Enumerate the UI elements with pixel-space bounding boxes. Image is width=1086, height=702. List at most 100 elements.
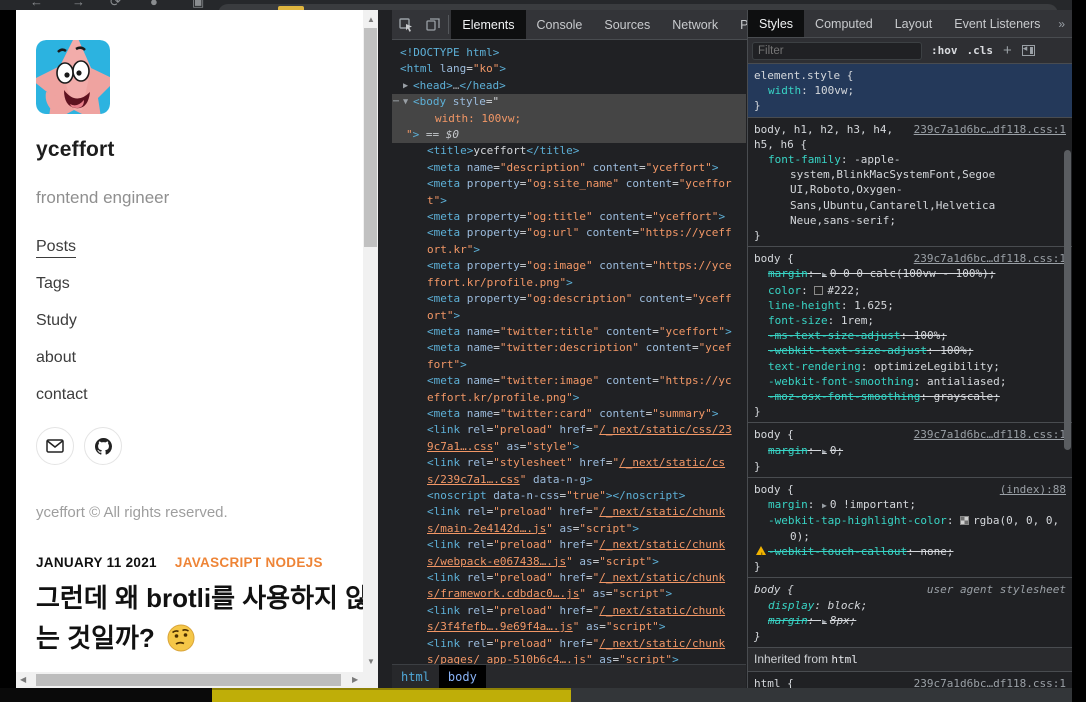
- code-line[interactable]: s/framework.cdbdac0….js" as="script">: [392, 586, 746, 602]
- stylesheet-source-link[interactable]: user agent stylesheet: [927, 582, 1066, 597]
- code-line[interactable]: fort">: [392, 357, 746, 373]
- code-line[interactable]: 9c7a1….css" as="style">: [392, 439, 746, 455]
- code-line[interactable]: effort.kr/profile.png">: [392, 390, 746, 406]
- color-swatch[interactable]: [960, 516, 969, 525]
- back-icon[interactable]: ←: [30, 0, 43, 9]
- stylesheet-source-link[interactable]: (index):88: [1000, 482, 1066, 497]
- line-actions-icon[interactable]: ⋯: [393, 94, 398, 110]
- code-line[interactable]: <meta property="og:description" content=…: [392, 291, 746, 307]
- new-style-rule-icon[interactable]: +: [1003, 46, 1012, 56]
- code-line[interactable]: <meta name="description" content="yceffo…: [392, 160, 746, 176]
- styles-tab-computed[interactable]: Computed: [804, 10, 884, 37]
- code-line[interactable]: ▶<head>…</head>: [392, 78, 746, 94]
- code-line[interactable]: <meta property="og:site_name" content="y…: [392, 176, 746, 192]
- class-toggle[interactable]: .cls: [967, 44, 994, 57]
- css-property[interactable]: -ms-text-size-adjust: 100%;: [754, 328, 1066, 343]
- code-line[interactable]: width: 100vw;: [392, 111, 746, 127]
- sidebar-nav-item-about[interactable]: about: [36, 349, 88, 367]
- devtools-tab-sources[interactable]: Sources: [593, 10, 661, 39]
- code-line[interactable]: s/3f4fefb….9e69f4a….js" as="script">: [392, 619, 746, 635]
- stylesheet-source-link[interactable]: 239c7a1d6bc…df118.css:1: [914, 676, 1066, 688]
- css-rule[interactable]: user agent stylesheetbody {display: bloc…: [748, 578, 1072, 648]
- breadcrumb-body[interactable]: body: [439, 665, 486, 688]
- code-line[interactable]: ort">: [392, 308, 746, 324]
- code-line[interactable]: <link rel="preload" href="/_next/static/…: [392, 537, 746, 553]
- code-line[interactable]: <link rel="preload" href="/_next/static/…: [392, 603, 746, 619]
- page-vertical-scrollbar[interactable]: ▲ ▼: [363, 10, 378, 672]
- css-rule[interactable]: 239c7a1d6bc…df118.css:1body, h1, h2, h3,…: [748, 118, 1072, 248]
- styles-scrollbar[interactable]: [1063, 120, 1072, 680]
- stylesheet-source-link[interactable]: 239c7a1d6bc…df118.css:1: [914, 122, 1066, 137]
- devtools-tab-elements[interactable]: Elements: [451, 10, 525, 39]
- profile-avatar-icon[interactable]: ●: [150, 0, 158, 9]
- code-line[interactable]: ⋯▼<body style=": [392, 94, 746, 110]
- code-line[interactable]: <meta name="twitter:card" content="summa…: [392, 406, 746, 422]
- code-line[interactable]: <link rel="preload" href="/_next/static/…: [392, 422, 746, 438]
- css-property[interactable]: margin: ▶0 !important;: [754, 497, 1066, 513]
- css-property[interactable]: margin: ▶0;: [754, 443, 1066, 459]
- reload-icon[interactable]: ⟳: [110, 0, 121, 10]
- css-property[interactable]: font-family: -apple-system,BlinkMacSyste…: [754, 152, 1066, 228]
- css-property[interactable]: text-rendering: optimizeLegibility;: [754, 359, 1066, 374]
- devtools-tab-console[interactable]: Console: [526, 10, 594, 39]
- page-horizontal-scrollbar-thumb[interactable]: [36, 674, 341, 686]
- forward-icon[interactable]: →: [72, 0, 85, 9]
- css-property[interactable]: margin: ▶0 0 0 calc(100vw - 100%);: [754, 266, 1066, 282]
- css-property[interactable]: -moz-osx-font-smoothing: grayscale;: [754, 389, 1066, 404]
- breadcrumb-html[interactable]: html: [392, 665, 439, 688]
- inherited-from-element[interactable]: html: [831, 653, 858, 666]
- mail-link[interactable]: [36, 427, 74, 465]
- code-line[interactable]: "> == $0: [392, 127, 746, 143]
- styles-more-tabs-icon[interactable]: »: [1051, 10, 1072, 37]
- page-vertical-scrollbar-thumb[interactable]: [364, 28, 377, 247]
- expand-shorthand-icon[interactable]: ▶: [822, 617, 827, 626]
- code-line[interactable]: ffort.kr/profile.png">: [392, 275, 746, 291]
- code-line[interactable]: s/pages/_app-510b6c4….js" as="script">: [392, 652, 746, 664]
- scroll-left-icon[interactable]: ◀: [20, 676, 26, 684]
- css-rule[interactable]: 239c7a1d6bc…df118.css:1body {margin: ▶0 …: [748, 247, 1072, 423]
- avatar[interactable]: [36, 40, 110, 114]
- devtools-tab-network[interactable]: Network: [661, 10, 729, 39]
- code-line[interactable]: <!DOCTYPE html>: [392, 45, 746, 61]
- styles-tab-styles[interactable]: Styles: [748, 10, 804, 37]
- css-property[interactable]: font-size: 1rem;: [754, 313, 1066, 328]
- code-line[interactable]: ort.kr">: [392, 242, 746, 258]
- css-property[interactable]: width: 100vw;: [754, 83, 1066, 98]
- css-property[interactable]: line-height: 1.625;: [754, 298, 1066, 313]
- post-title-link[interactable]: 그런데 왜 brotli를 사용하지 않는 것일까?: [36, 578, 378, 658]
- styles-filter-input[interactable]: [752, 42, 922, 60]
- css-rule[interactable]: 239c7a1d6bc…df118.css:1body {margin: ▶0;…: [748, 423, 1072, 478]
- code-line[interactable]: <meta property="og:image" content="https…: [392, 258, 746, 274]
- css-property[interactable]: margin: ▶8px;: [754, 613, 1066, 629]
- sidebar-nav-item-contact[interactable]: contact: [36, 386, 88, 404]
- css-rule[interactable]: element.style {width: 100vw;}: [748, 64, 1072, 118]
- stylesheet-source-link[interactable]: 239c7a1d6bc…df118.css:1: [914, 251, 1066, 266]
- expand-shorthand-icon[interactable]: ▶: [822, 447, 827, 456]
- device-toolbar-icon[interactable]: [419, 10, 446, 39]
- css-property[interactable]: -webkit-text-size-adjust: 100%;: [754, 343, 1066, 358]
- code-line[interactable]: <link rel="stylesheet" href="/_next/stat…: [392, 455, 746, 471]
- sidebar-nav-item-posts[interactable]: Posts: [36, 238, 88, 256]
- code-line[interactable]: s/webpack-e067438….js" as="script">: [392, 554, 746, 570]
- css-property[interactable]: color: #222;: [754, 283, 1066, 298]
- expand-shorthand-icon[interactable]: ▶: [822, 501, 827, 510]
- code-line[interactable]: <meta property="og:url" content="https:/…: [392, 225, 746, 241]
- expand-arrow-icon[interactable]: ▶: [403, 78, 408, 94]
- inspect-element-icon[interactable]: [392, 10, 419, 39]
- scroll-up-icon[interactable]: ▲: [367, 16, 375, 24]
- expand-shorthand-icon[interactable]: ▶: [822, 270, 827, 279]
- css-rule[interactable]: (index):88body {margin: ▶0 !important;-w…: [748, 478, 1072, 578]
- css-property[interactable]: -webkit-tap-highlight-color: rgba(0, 0, …: [754, 513, 1066, 543]
- code-line[interactable]: <html lang="ko">: [392, 61, 746, 77]
- styles-tab-layout[interactable]: Layout: [884, 10, 944, 37]
- code-line[interactable]: t">: [392, 193, 746, 209]
- styles-scrollbar-thumb[interactable]: [1064, 150, 1071, 450]
- css-property[interactable]: -webkit-font-smoothing: antialiased;: [754, 374, 1066, 389]
- scroll-right-icon[interactable]: ▶: [352, 676, 358, 684]
- code-line[interactable]: <title>yceffort</title>: [392, 143, 746, 159]
- sidebar-nav-item-tags[interactable]: Tags: [36, 275, 88, 293]
- code-line[interactable]: <meta name="twitter:title" content="ycef…: [392, 324, 746, 340]
- code-line[interactable]: <link rel="preload" href="/_next/static/…: [392, 504, 746, 520]
- code-line[interactable]: s/239c7a1….css" data-n-g>: [392, 472, 746, 488]
- code-line[interactable]: <meta name="twitter:image" content="http…: [392, 373, 746, 389]
